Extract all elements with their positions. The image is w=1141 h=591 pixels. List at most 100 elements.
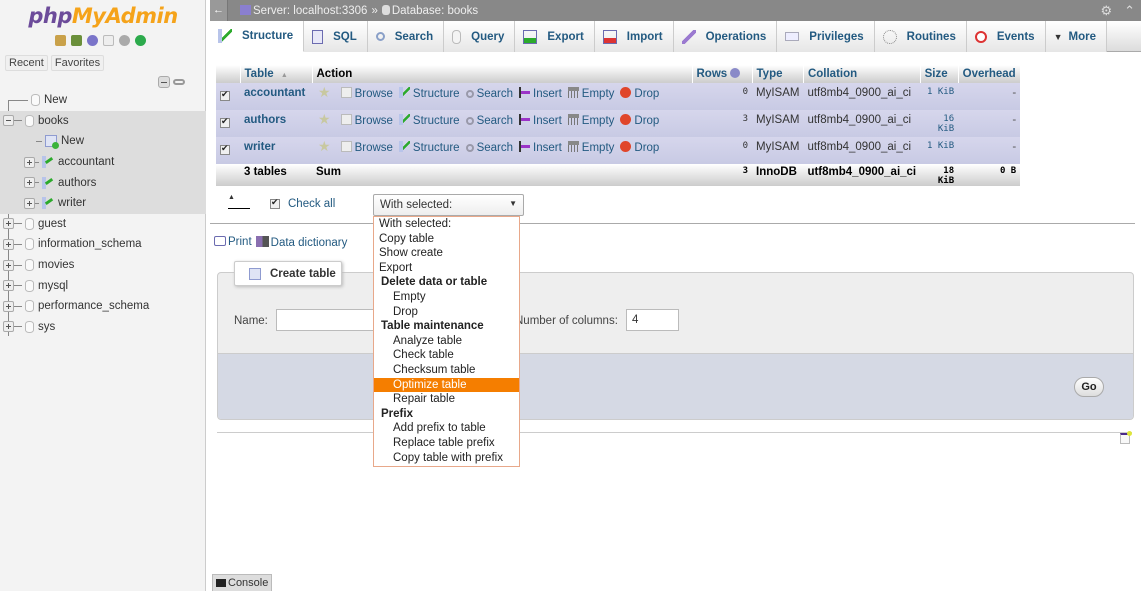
action-empty-link[interactable]: Empty	[567, 114, 614, 127]
check-all-label[interactable]: Check all	[288, 198, 335, 210]
go-button[interactable]: Go	[1074, 377, 1104, 397]
row-size-link[interactable]: 1 KiB	[920, 137, 959, 164]
tab-sql[interactable]: SQL	[304, 21, 368, 52]
expand-icon[interactable]	[24, 197, 35, 209]
back-button[interactable]: ←	[210, 0, 228, 21]
tree-item-sys[interactable]: sys	[0, 317, 206, 338]
header-type[interactable]: Type	[752, 65, 804, 83]
header-table[interactable]: Table ▲	[240, 65, 313, 83]
action-empty-link[interactable]: Empty	[567, 141, 614, 154]
expand-icon[interactable]	[24, 156, 35, 168]
page-settings-icon[interactable]	[1120, 431, 1132, 444]
docs-icon[interactable]	[103, 35, 114, 46]
favorites-tab[interactable]: Favorites	[50, 55, 105, 71]
dropdown-option-analyze-table[interactable]: Analyze table	[374, 334, 519, 349]
favorite-star-icon[interactable]: ★	[318, 111, 331, 127]
with-selected-select[interactable]: With selected: ▼	[373, 194, 524, 216]
expand-icon[interactable]	[3, 280, 14, 292]
expand-icon[interactable]	[3, 259, 14, 271]
recent-tab[interactable]: Recent	[5, 55, 48, 71]
tree-item-mysql[interactable]: mysql	[0, 275, 206, 296]
tree-item-information-schema[interactable]: information_schema	[0, 234, 206, 255]
action-drop-link[interactable]: Drop	[620, 141, 659, 154]
table-name-input[interactable]	[276, 309, 376, 331]
action-structure-link[interactable]: Structure	[398, 114, 460, 127]
header-collation[interactable]: Collation	[803, 65, 921, 83]
dropdown-option-check-table[interactable]: Check table	[374, 348, 519, 363]
table-name-link[interactable]: authors	[240, 110, 312, 137]
dropdown-option-with-selected[interactable]: With selected:	[374, 217, 519, 232]
console-toggle[interactable]: Console	[212, 574, 273, 591]
tree-item-books[interactable]: books	[0, 110, 206, 132]
favorite-star-icon[interactable]: ★	[318, 138, 331, 154]
num-columns-input[interactable]: 4	[626, 309, 679, 331]
check-all-checkbox[interactable]	[270, 197, 280, 209]
tree-item-new-database[interactable]: New	[0, 90, 206, 111]
collapse-top-icon[interactable]: ⌃	[1124, 3, 1135, 19]
expand-icon[interactable]	[3, 218, 14, 230]
dropdown-option-optimize-table[interactable]: Optimize table	[374, 377, 519, 393]
action-insert-link[interactable]: Insert	[519, 141, 562, 154]
settings-gear-icon[interactable]: ⚙	[1100, 3, 1112, 19]
tab-export[interactable]: Export	[515, 21, 595, 52]
action-search-link[interactable]: Search	[465, 115, 513, 127]
tab-privileges[interactable]: Privileges	[777, 21, 875, 52]
action-drop-link[interactable]: Drop	[620, 87, 659, 100]
tree-item-performance-schema[interactable]: performance_schema	[0, 296, 206, 317]
header-rows[interactable]: Rows	[692, 65, 753, 83]
action-insert-link[interactable]: Insert	[519, 114, 562, 127]
action-insert-link[interactable]: Insert	[519, 87, 562, 100]
header-size[interactable]: Size	[920, 65, 959, 83]
collapse-icon[interactable]	[3, 115, 14, 127]
expand-icon[interactable]	[3, 300, 14, 312]
breadcrumb-server[interactable]: Server: localhost:3306	[240, 4, 367, 17]
expand-icon[interactable]	[3, 321, 14, 333]
dropdown-option-show-create[interactable]: Show create	[374, 246, 519, 261]
row-size-link[interactable]: 1 KiB	[920, 83, 959, 110]
action-empty-link[interactable]: Empty	[567, 87, 614, 100]
dropdown-option-add-prefix-to-table[interactable]: Add prefix to table	[374, 421, 519, 436]
tab-import[interactable]: Import	[594, 21, 674, 52]
expand-icon[interactable]	[3, 238, 14, 250]
help-icon[interactable]	[87, 35, 98, 46]
dropdown-option-checksum-table[interactable]: Checksum table	[374, 363, 519, 378]
tree-item-writer[interactable]: writer	[0, 192, 206, 214]
row-size-link[interactable]: 16 KiB	[920, 110, 959, 137]
action-structure-link[interactable]: Structure	[398, 87, 460, 100]
dropdown-option-replace-table-prefix[interactable]: Replace table prefix	[374, 436, 519, 451]
dropdown-option-drop[interactable]: Drop	[374, 305, 519, 320]
settings-icon[interactable]	[119, 35, 130, 46]
tree-item-accountant[interactable]: accountant	[0, 151, 206, 173]
action-drop-link[interactable]: Drop	[620, 114, 659, 127]
reload-icon[interactable]	[135, 35, 146, 46]
tree-item-movies[interactable]: movies	[0, 255, 206, 276]
action-browse-link[interactable]: Browse	[340, 114, 393, 127]
breadcrumb-database[interactable]: Database: books	[381, 4, 478, 17]
tab-structure[interactable]: Structure	[210, 21, 305, 52]
action-structure-link[interactable]: Structure	[398, 141, 460, 154]
table-name-link[interactable]: writer	[240, 137, 312, 164]
tree-item-authors[interactable]: authors	[0, 172, 206, 193]
print-link[interactable]: Print	[214, 236, 252, 249]
tab-search[interactable]: Search	[367, 21, 445, 52]
phpmyadmin-logo[interactable]: phpMyAdmin	[0, 4, 206, 28]
row-checkbox[interactable]	[220, 143, 230, 155]
action-browse-link[interactable]: Browse	[340, 87, 393, 100]
dropdown-option-copy-table[interactable]: Copy table	[374, 232, 519, 247]
logout-icon[interactable]	[71, 35, 82, 46]
action-browse-link[interactable]: Browse	[340, 141, 393, 154]
collapse-all-icon[interactable]	[158, 76, 170, 88]
row-checkbox[interactable]	[220, 116, 230, 128]
action-search-link[interactable]: Search	[465, 142, 513, 154]
dropdown-option-export[interactable]: Export	[374, 261, 519, 276]
row-checkbox[interactable]	[220, 89, 230, 101]
favorite-star-icon[interactable]: ★	[318, 84, 331, 100]
tab-routines[interactable]: Routines	[874, 21, 967, 52]
data-dictionary-link[interactable]: Data dictionary	[255, 236, 347, 249]
dropdown-option-empty[interactable]: Empty	[374, 290, 519, 305]
expand-icon[interactable]	[24, 177, 35, 189]
tab-more[interactable]: ▼ More	[1045, 21, 1107, 52]
header-overhead[interactable]: Overhead	[958, 65, 1021, 83]
tab-operations[interactable]: Operations	[673, 21, 778, 52]
link-with-main-icon[interactable]	[173, 79, 185, 85]
